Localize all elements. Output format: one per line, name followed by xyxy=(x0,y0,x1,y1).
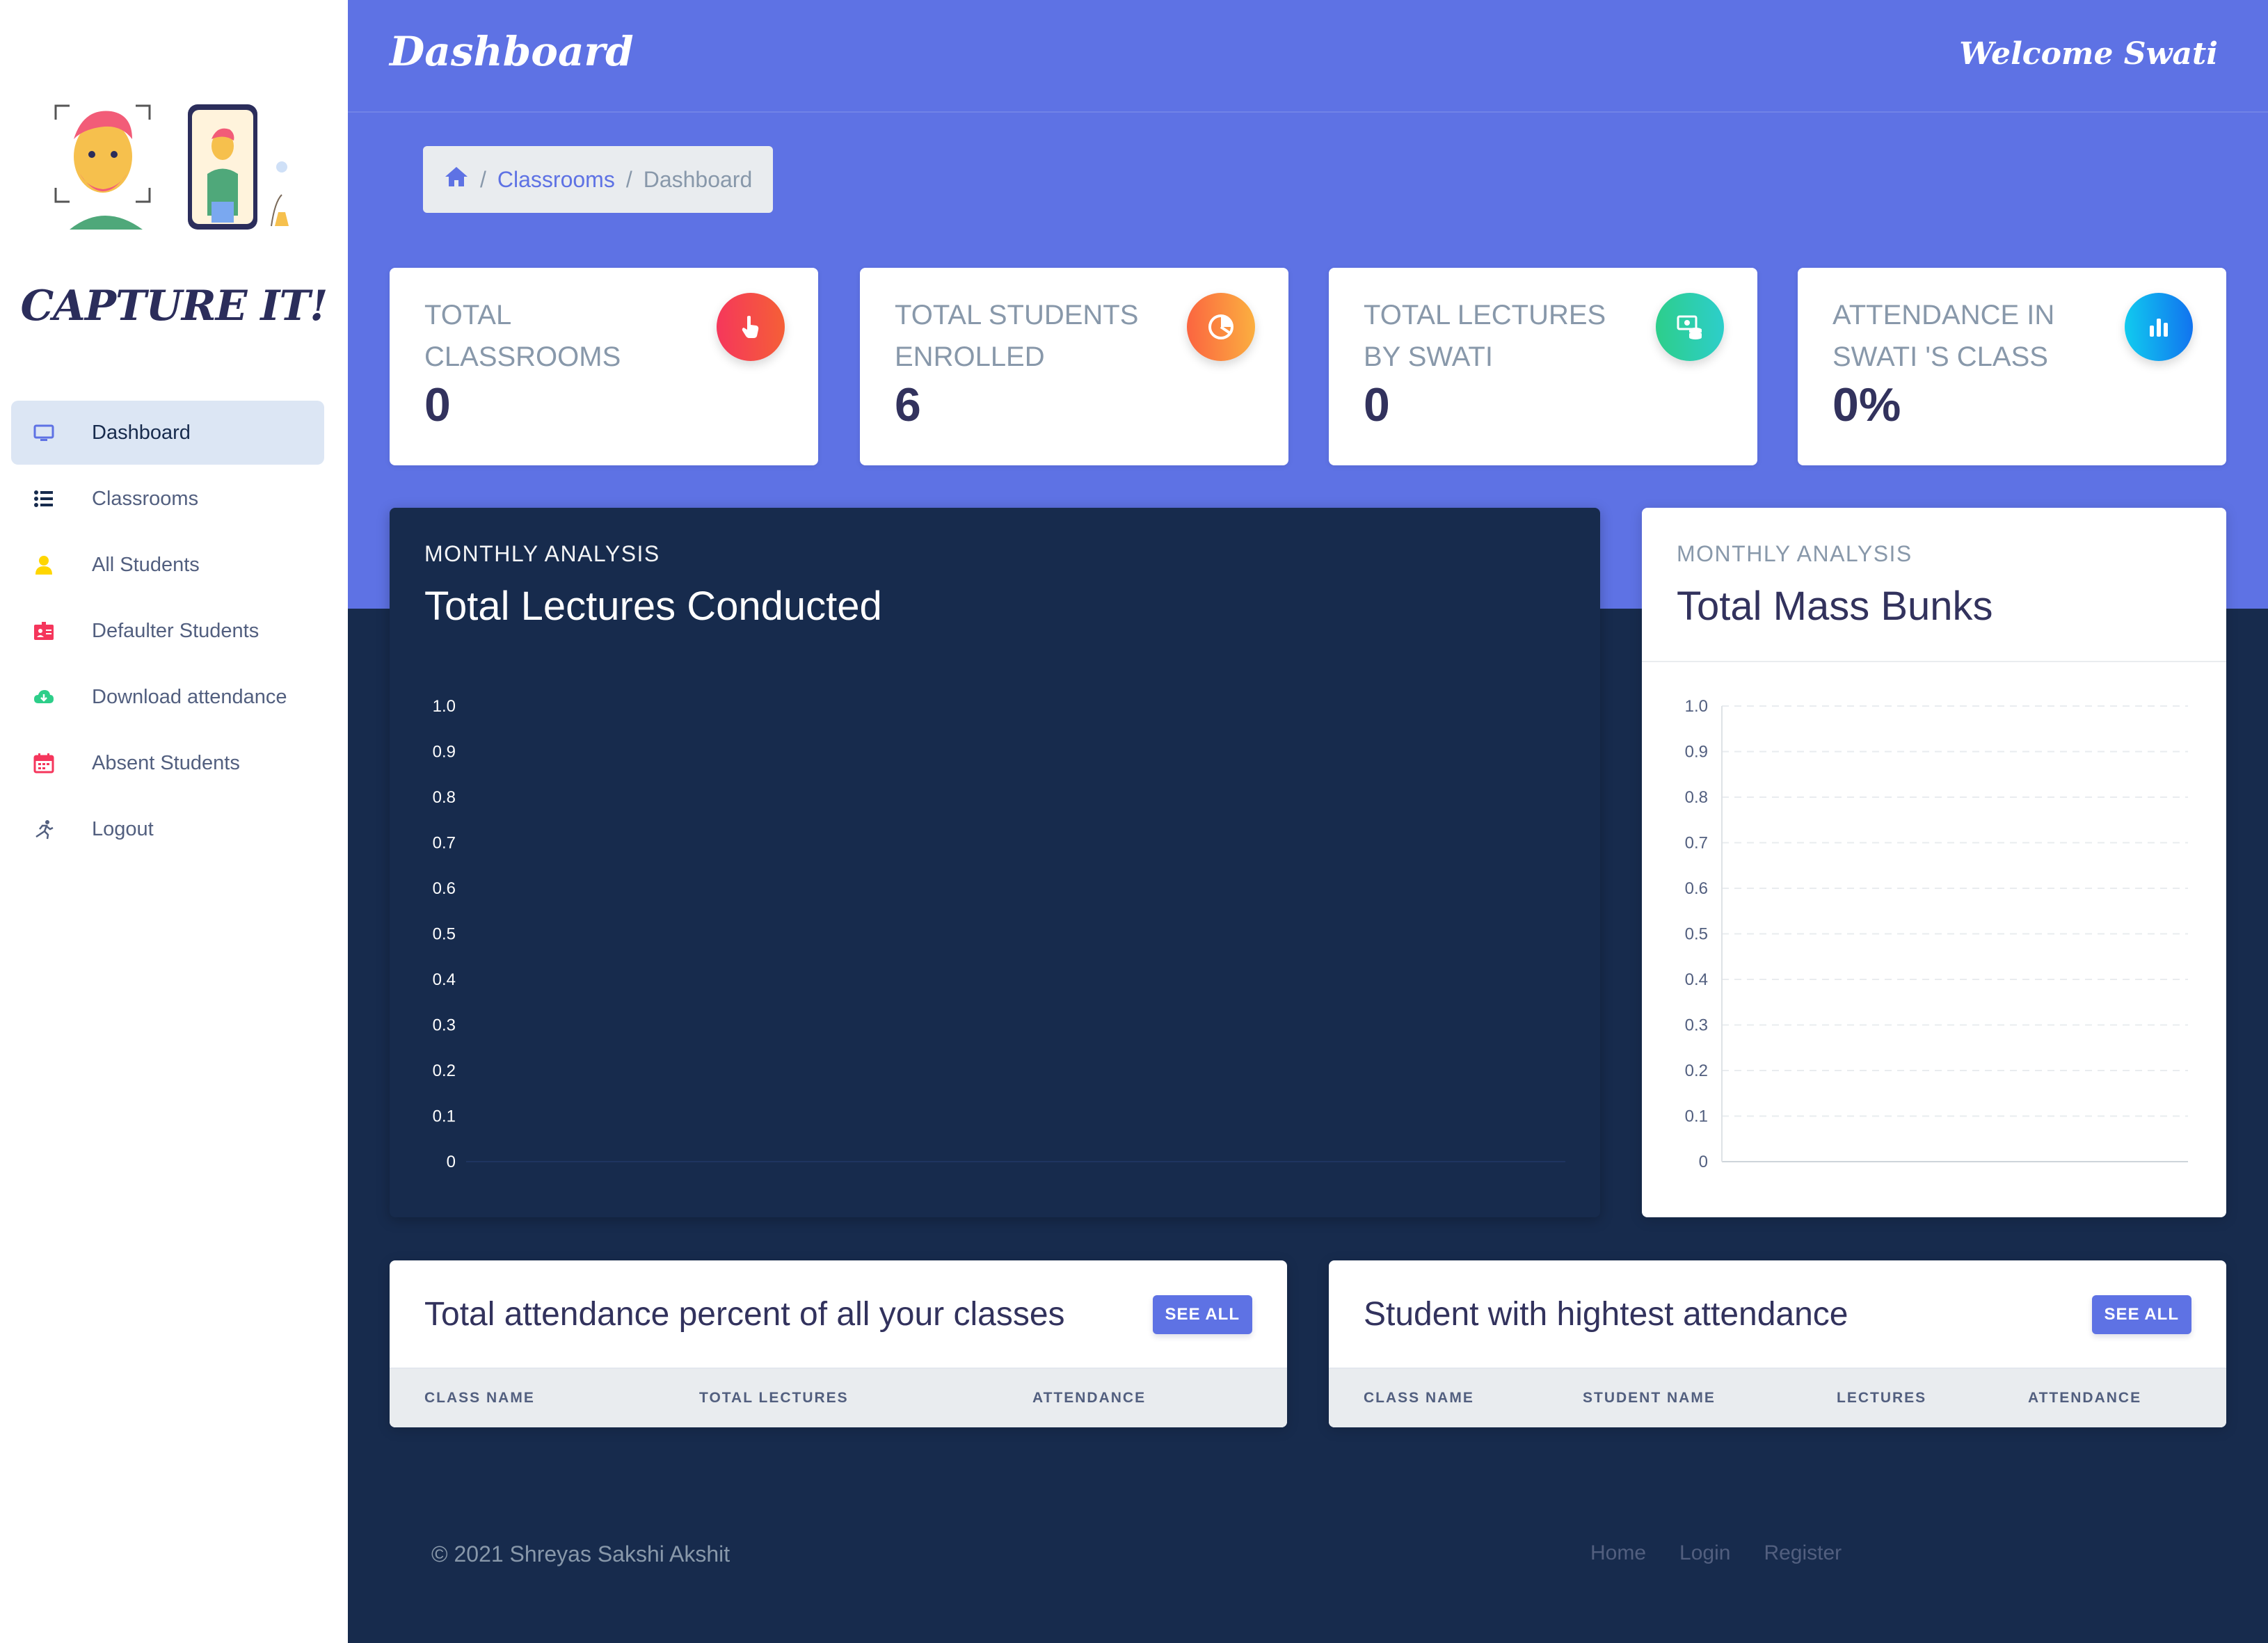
table-title: Student with hightest attendance xyxy=(1364,1296,1848,1333)
sidebar-nav: Dashboard Classrooms All Students Defaul… xyxy=(11,401,324,863)
running-icon xyxy=(32,817,56,841)
y-tick-label: 0.9 xyxy=(1685,743,1708,762)
pie-chart-icon xyxy=(1187,293,1255,361)
breadcrumb-classrooms-link[interactable]: Classrooms xyxy=(497,167,615,193)
sidebar-item-label: Logout xyxy=(92,817,154,840)
y-tick-label: 0.8 xyxy=(1685,788,1708,807)
chart-card-mass-bunks: MONTHLY ANALYSIS Total Mass Bunks 1.0 0.9… xyxy=(1642,508,2226,1217)
table-title: Total attendance percent of all your cla… xyxy=(424,1296,1065,1333)
stat-title: TOTAL LECTURES BY SWATI xyxy=(1364,300,1606,372)
y-tick-label: 0.6 xyxy=(1685,879,1708,898)
table-card-top-student: Student with hightest attendance SEE ALL… xyxy=(1329,1260,2226,1427)
footer-link-register[interactable]: Register xyxy=(1764,1541,1842,1565)
user-icon xyxy=(32,553,56,577)
y-tick-label: 0.7 xyxy=(1685,834,1708,853)
stat-value: 6 xyxy=(895,378,921,431)
bar-chart-icon xyxy=(2125,293,2193,361)
breadcrumb-separator: / xyxy=(625,166,632,192)
y-tick-label: 0.6 xyxy=(433,879,456,898)
column-header[interactable]: STUDENT NAME xyxy=(1583,1390,1716,1406)
footer-link-home[interactable]: Home xyxy=(1590,1541,1646,1565)
see-all-button[interactable]: SEE ALL xyxy=(1152,1295,1252,1334)
breadcrumb: / Classrooms / Dashboard xyxy=(423,146,774,213)
top-navbar: Dashboard Welcome Swati xyxy=(348,0,2268,113)
y-tick-label: 0.3 xyxy=(1685,1016,1708,1035)
sidebar-item-label: Dashboard xyxy=(92,421,191,444)
stat-card-total-lectures: TOTAL LECTURES BY SWATI 0 xyxy=(1329,268,1757,465)
footer-copyright: © 2021 Shreyas Sakshi Akshit xyxy=(431,1541,730,1566)
cloud-download-icon xyxy=(32,685,56,709)
y-tick-label: 1.0 xyxy=(1685,697,1708,716)
stat-card-total-students: TOTAL STUDENTS ENROLLED 6 xyxy=(860,268,1288,465)
table-header-row: CLASS NAME STUDENT NAME LECTURES ATTENDA… xyxy=(1329,1368,2226,1427)
money-coins-icon xyxy=(1656,293,1724,361)
column-header[interactable]: ATTENDANCE xyxy=(1032,1390,1146,1406)
table-card-class-attendance: Total attendance percent of all your cla… xyxy=(390,1260,1287,1427)
sidebar-item-dashboard[interactable]: Dashboard xyxy=(11,401,324,465)
breadcrumb-separator: / xyxy=(480,166,486,192)
stat-title: ATTENDANCE IN SWATI 'S CLASS xyxy=(1832,300,2055,372)
sidebar-item-all-students[interactable]: All Students xyxy=(11,533,324,597)
sidebar: CAPTURE IT! Dashboard Classrooms All Stu… xyxy=(0,0,348,1643)
mass-bunks-chart: 1.0 0.9 0.8 0.7 0.6 0.5 0.4 0.3 0.2 0.1 0 xyxy=(1685,697,2188,1171)
y-tick-label: 0 xyxy=(1699,1153,1708,1171)
y-tick-label: 0.3 xyxy=(433,1016,456,1035)
stat-title: TOTAL CLASSROOMS xyxy=(424,300,621,372)
y-tick-label: 0.2 xyxy=(1685,1061,1708,1080)
y-tick-label: 0 xyxy=(447,1153,456,1171)
y-tick-label: 1.0 xyxy=(433,697,456,716)
stat-card-total-classrooms: TOTAL CLASSROOMS 0 xyxy=(390,268,818,465)
id-card-icon xyxy=(32,619,56,643)
monitor-icon xyxy=(32,421,56,444)
main-content: Dashboard Welcome Swati / Classrooms / D… xyxy=(348,0,2268,1643)
table-header-row: CLASS NAME TOTAL LECTURES ATTENDANCE xyxy=(390,1368,1287,1427)
sidebar-item-classrooms[interactable]: Classrooms xyxy=(11,467,324,531)
home-icon[interactable] xyxy=(444,166,469,193)
logo-illustration xyxy=(54,104,289,230)
y-tick-label: 0.5 xyxy=(433,925,456,944)
sidebar-item-logout[interactable]: Logout xyxy=(11,797,324,861)
sidebar-item-label: Defaulter Students xyxy=(92,619,259,642)
y-tick-label: 0.7 xyxy=(433,834,456,853)
column-header[interactable]: TOTAL LECTURES xyxy=(699,1390,849,1406)
see-all-button[interactable]: SEE ALL xyxy=(2091,1295,2191,1334)
y-tick-label: 0.9 xyxy=(433,743,456,762)
hand-pointer-icon xyxy=(717,293,785,361)
stat-value: 0 xyxy=(424,378,451,431)
column-header[interactable]: CLASS NAME xyxy=(424,1390,535,1406)
sidebar-item-defaulter-students[interactable]: Defaulter Students xyxy=(11,599,324,663)
stat-value: 0 xyxy=(1364,378,1390,431)
stat-title: TOTAL STUDENTS ENROLLED xyxy=(895,300,1139,372)
sidebar-item-label: Classrooms xyxy=(92,487,199,510)
page-title: Dashboard xyxy=(390,28,634,75)
sidebar-item-label: All Students xyxy=(92,553,200,576)
column-header[interactable]: ATTENDANCE xyxy=(2028,1390,2141,1406)
y-tick-label: 0.5 xyxy=(1685,925,1708,944)
stat-card-attendance: ATTENDANCE IN SWATI 'S CLASS 0% xyxy=(1798,268,2226,465)
sidebar-item-download-attendance[interactable]: Download attendance xyxy=(11,665,324,729)
footer-links: Home Login Register xyxy=(1590,1541,1875,1565)
welcome-user: Welcome Swati xyxy=(1959,36,2218,72)
breadcrumb-current: Dashboard xyxy=(643,166,753,192)
sidebar-item-label: Absent Students xyxy=(92,751,240,774)
y-tick-label: 0.4 xyxy=(433,970,456,989)
chart-card-lectures: MONTHLY ANALYSIS Total Lectures Conducte… xyxy=(390,508,1600,1217)
y-tick-label: 0.2 xyxy=(433,1061,456,1080)
footer-link-login[interactable]: Login xyxy=(1679,1541,1730,1565)
stat-value: 0% xyxy=(1832,378,1901,431)
y-tick-label: 0.8 xyxy=(433,788,456,807)
lectures-chart: 1.0 0.9 0.8 0.7 0.6 0.5 0.4 0.3 0.2 0.1 0 xyxy=(433,697,1565,1171)
brand-name: CAPTURE IT! xyxy=(20,282,328,330)
column-header[interactable]: LECTURES xyxy=(1837,1390,1926,1406)
sidebar-item-absent-students[interactable]: Absent Students xyxy=(11,731,324,795)
calendar-icon xyxy=(32,751,56,775)
y-tick-label: 0.1 xyxy=(433,1107,456,1126)
column-header[interactable]: CLASS NAME xyxy=(1364,1390,1474,1406)
sidebar-item-label: Download attendance xyxy=(92,685,287,708)
y-tick-label: 0.1 xyxy=(1685,1107,1708,1126)
list-icon xyxy=(32,487,56,511)
y-tick-label: 0.4 xyxy=(1685,970,1708,989)
